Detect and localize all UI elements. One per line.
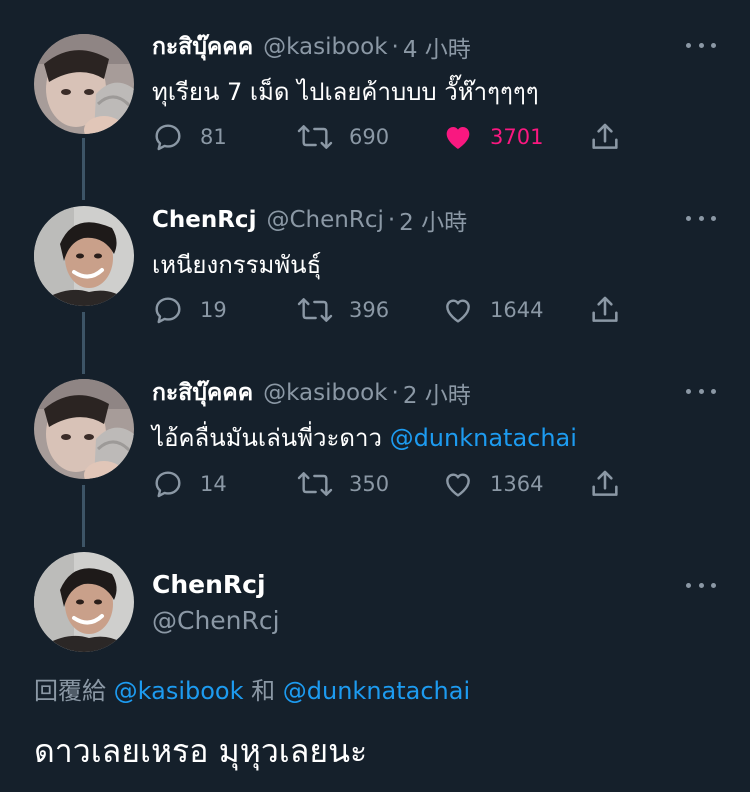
user-handle[interactable]: @ChenRcj [266,207,383,233]
share-icon [592,123,618,149]
share-button[interactable] [588,464,622,504]
share-icon [592,470,618,496]
like-count: 3701 [490,125,544,149]
mention-link[interactable]: @dunknatachai [283,677,470,705]
timestamp[interactable]: 4 小時 [403,30,471,64]
thread-tweet[interactable]: กะสิบุ๊คคค @kasibook · 2 小時 ไอ้คลื่นมันเ… [0,345,750,518]
thread-tweet[interactable]: ChenRcj @ChenRcj · 2 小時 เหนียงกรรมพันธุ์… [0,172,750,345]
focused-tweet: ChenRcj @ChenRcj 回覆給 @kasibook 和 @dunkna… [0,518,750,792]
like-count: 1644 [490,298,544,322]
timestamp[interactable]: 2 小時 [403,376,471,410]
reply-count: 81 [200,125,227,149]
tweet-actions: 81 690 3701 [152,117,632,157]
timestamp[interactable]: 2 小時 [399,203,467,237]
retweet-button[interactable]: 350 [297,464,389,504]
heart-icon [446,473,470,497]
share-button[interactable] [588,117,622,157]
tweet-actions: 19 396 1644 [152,290,632,330]
reply-count: 19 [200,298,227,322]
tweet-text: เหนียงกรรมพันธุ์ [152,245,321,284]
mention-link[interactable]: @kasibook [114,677,244,705]
retweet-icon [297,125,333,149]
separator-dot: · [391,380,399,406]
separator-dot: · [391,34,399,60]
heart-filled-icon [446,127,470,149]
user-handle[interactable]: @kasibook [263,34,387,60]
mention-link[interactable]: @dunknatachai [390,424,577,452]
thread-tweet[interactable]: กะสิบุ๊คคค @kasibook · 4 小時 ทุเรียน 7 เม… [0,0,750,172]
display-name[interactable]: ChenRcj [152,570,266,599]
tweet-header: ChenRcj @ChenRcj · 2 小時 [152,203,467,237]
heart-icon [446,299,470,323]
like-button[interactable]: 3701 [442,117,543,157]
reply-prefix: 回覆給 [34,677,114,705]
share-button[interactable] [588,290,622,330]
avatar[interactable] [34,379,134,479]
share-icon [592,296,618,322]
more-options-icon[interactable] [686,580,716,590]
like-count: 1364 [490,472,544,496]
retweet-count: 350 [349,472,390,496]
tweet-header: กะสิบุ๊คคค @kasibook · 2 小時 [152,376,471,410]
reply-button[interactable]: 81 [152,117,227,157]
retweet-icon [297,472,333,496]
reply-button[interactable]: 14 [152,464,227,504]
tweet-text-content: ทุเรียน 7 เม็ด ไปเลยค้าบบบ วั๊ห๊าๆๆๆๆ [152,78,539,106]
separator-dot: · [387,207,396,233]
replying-to: 回覆給 @kasibook 和 @dunknatachai [34,671,470,706]
tweet-actions: 14 350 1364 [152,464,632,504]
reply-icon [155,471,181,498]
tweet-text: ไอ้คลื่นมันเล่นพี่วะดาว @dunknatachai [152,418,577,457]
reply-icon [155,297,181,324]
display-name[interactable]: กะสิบุ๊คคค [152,375,253,411]
display-name[interactable]: ChenRcj [152,207,256,233]
tweet-text: ดาวเลยเหรอ มุหุวเลยนะ [34,732,368,770]
user-handle[interactable]: @kasibook [263,380,387,406]
tweet-text-content: เหนียงกรรมพันธุ์ [152,251,322,279]
reply-icon [155,124,181,151]
retweet-button[interactable]: 690 [297,117,389,157]
tweet-text: ทุเรียน 7 เม็ด ไปเลยค้าบบบ วั๊ห๊าๆๆๆๆ [152,72,539,111]
more-options-icon[interactable] [686,40,716,50]
like-button[interactable]: 1364 [442,464,543,504]
tweet-header: กะสิบุ๊คคค @kasibook · 4 小時 [152,30,471,64]
retweet-count: 396 [349,298,390,322]
like-button[interactable]: 1644 [442,290,543,330]
more-options-icon[interactable] [686,213,716,223]
reply-count: 14 [200,472,227,496]
reply-button[interactable]: 19 [152,290,227,330]
reply-conjunction: 和 [243,677,283,705]
retweet-button[interactable]: 396 [297,290,389,330]
more-options-icon[interactable] [686,386,716,396]
avatar[interactable] [34,552,134,652]
tweet-text-content: ไอ้คลื่นมันเล่นพี่วะดาว [152,424,390,452]
display-name[interactable]: กะสิบุ๊คคค [152,29,253,65]
retweet-icon [297,298,333,322]
avatar[interactable] [34,206,134,306]
user-handle[interactable]: @ChenRcj [152,606,280,635]
retweet-count: 690 [349,125,390,149]
avatar[interactable] [34,34,134,134]
